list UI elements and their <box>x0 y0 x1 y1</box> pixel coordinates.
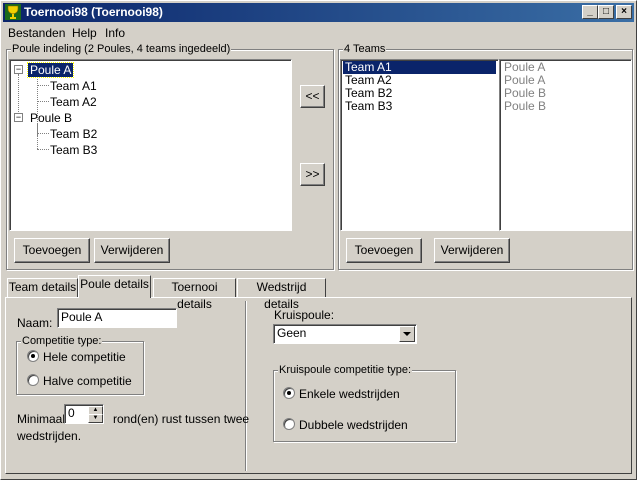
team-remove-button[interactable]: Verwijderen <box>434 238 510 263</box>
halve-competitie-label[interactable]: Halve competitie <box>43 374 132 388</box>
collapse-icon[interactable]: − <box>14 65 23 74</box>
tree-node-poule-a[interactable]: Poule A <box>26 62 75 78</box>
tree-line <box>37 149 49 150</box>
poule-add-button[interactable]: Toevoegen <box>14 238 90 263</box>
window-title: Toernooi98 (Toernooi98) <box>24 5 163 19</box>
menu-help[interactable]: Help <box>72 26 97 40</box>
radio-halve-competitie[interactable] <box>27 374 39 386</box>
tree-line <box>37 101 49 102</box>
poule-indeling-label: Poule indeling (2 Poules, 4 teams ingede… <box>11 43 232 55</box>
tree-node-team[interactable]: Team A2 <box>50 95 97 109</box>
menu-info[interactable]: Info <box>105 26 125 40</box>
tab-team-details[interactable]: Team details <box>7 278 78 298</box>
minimize-button[interactable]: _ <box>582 5 598 19</box>
team-add-button[interactable]: Toevoegen <box>346 238 422 263</box>
tree-node-team[interactable]: Team B3 <box>50 143 97 157</box>
chevron-down-icon <box>403 332 411 336</box>
poule-remove-button[interactable]: Verwijderen <box>94 238 170 263</box>
minimum-label: Minimaal <box>17 412 66 426</box>
name-label: Naam: <box>17 316 53 330</box>
title-bar[interactable]: Toernooi98 (Toernooi98) _ □ × <box>3 3 634 22</box>
main-window: Toernooi98 (Toernooi98) _ □ × Bestanden … <box>0 0 637 480</box>
list-item[interactable]: Team B3 <box>343 100 392 113</box>
hele-competitie-label[interactable]: Hele competitie <box>43 350 126 364</box>
panel-divider <box>245 301 247 471</box>
move-right-button[interactable]: >> <box>300 163 325 186</box>
tab-wedstrijd-details[interactable]: Wedstrijd details <box>237 278 326 311</box>
menu-bar: Bestanden Help Info <box>3 23 634 42</box>
menu-bestanden[interactable]: Bestanden <box>8 26 65 40</box>
cross-type-label: Kruispoule competitie type: <box>278 364 413 376</box>
tree-node-team[interactable]: Team A1 <box>50 79 97 93</box>
competition-type-label: Competitie type: <box>21 335 103 347</box>
radio-enkele-wedstrijden[interactable] <box>283 387 295 399</box>
name-input[interactable]: Poule A <box>57 308 177 328</box>
trophy-icon <box>5 4 21 20</box>
collapse-icon[interactable]: − <box>14 113 23 122</box>
tab-poule-details[interactable]: Poule details <box>78 275 151 298</box>
cross-poule-label: Kruispoule: <box>274 308 335 322</box>
move-left-button[interactable]: << <box>300 85 325 108</box>
enkele-wedstrijden-label[interactable]: Enkele wedstrijden <box>299 387 400 401</box>
spin-down-icon[interactable]: ▼ <box>88 414 103 423</box>
maximize-button[interactable]: □ <box>598 5 614 19</box>
tree-node-poule-b[interactable]: Poule B <box>30 111 72 125</box>
teams-label: 4 Teams <box>343 43 387 55</box>
tree-node-team[interactable]: Team B2 <box>50 127 97 141</box>
rest-text: rond(en) rust tussen twee <box>113 412 250 426</box>
radio-hele-competitie[interactable] <box>27 350 39 362</box>
teams-list[interactable]: Team A1 Team A2 Team B2 Team B3 <box>340 59 499 231</box>
close-button[interactable]: × <box>616 5 632 19</box>
rest-text-2: wedstrijden. <box>17 429 82 443</box>
poule-tree[interactable]: − Poule A Team A1 Team A2 − Poule B Team… <box>9 59 292 231</box>
dubbele-wedstrijden-label[interactable]: Dubbele wedstrijden <box>299 418 408 432</box>
tab-toernooi-details[interactable]: Toernooi details <box>153 278 236 311</box>
tree-line <box>37 85 49 86</box>
tree-line <box>37 133 49 134</box>
cross-poule-select[interactable]: Geen <box>273 324 417 344</box>
tree-line <box>37 124 38 149</box>
list-item: Poule B <box>504 99 547 113</box>
team-poule-list[interactable]: Poule A Poule A Poule B Poule B <box>499 59 632 231</box>
dropdown-button[interactable] <box>399 326 415 342</box>
radio-dubbele-wedstrijden[interactable] <box>283 418 295 430</box>
